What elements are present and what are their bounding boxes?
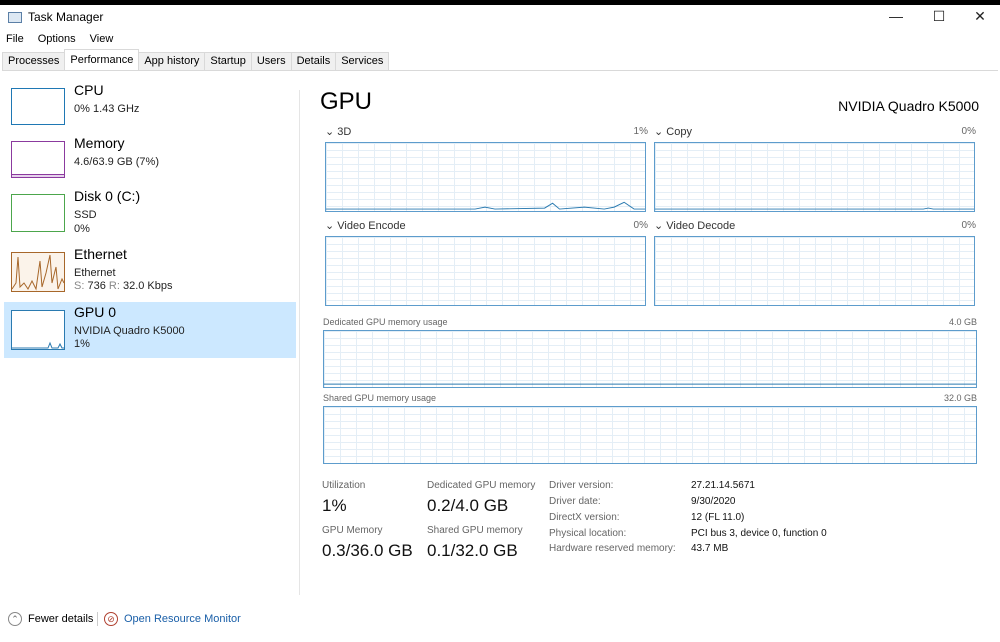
dedicated-memory-max: 4.0 GB xyxy=(948,317,977,327)
driver-date-value: 9/30/2020 xyxy=(691,496,736,507)
engine-video-decode-selector[interactable]: ⌄ Video Decode xyxy=(654,219,735,232)
menu-options[interactable]: Options xyxy=(38,33,76,45)
resource-monitor-icon: ⊘ xyxy=(104,612,118,626)
cpu-detail: 0% 1.43 GHz xyxy=(74,103,140,115)
open-resource-monitor-label: Open Resource Monitor xyxy=(124,613,241,625)
gpu-thumbnail-graph xyxy=(11,310,65,350)
engine-video-decode-graph xyxy=(654,236,975,306)
sidebar-item-cpu[interactable]: CPU 0% 1.43 GHz xyxy=(4,80,296,136)
engine-video-encode-selector[interactable]: ⌄ Video Encode xyxy=(325,219,406,232)
page-title: GPU xyxy=(320,88,373,115)
ethernet-thumbnail-graph xyxy=(11,252,65,292)
minimize-button[interactable]: — xyxy=(886,8,906,24)
send-value: 736 xyxy=(87,280,106,292)
shared-memory-max: 32.0 GB xyxy=(943,393,977,403)
tab-performance[interactable]: Performance xyxy=(64,49,140,69)
engine-copy-graph xyxy=(654,142,975,212)
shared-stat-label: Shared GPU memory xyxy=(427,525,523,536)
engine-copy-label: Copy xyxy=(666,126,692,138)
gpu-memory-label: GPU Memory xyxy=(322,525,383,536)
engine-copy-pct: 0% xyxy=(961,126,976,137)
sidebar-item-disk[interactable]: Disk 0 (C:) SSD 0% xyxy=(4,186,296,242)
engine-video-encode-pct: 0% xyxy=(633,220,648,231)
directx-version-value: 12 (FL 11.0) xyxy=(691,512,745,523)
shared-stat-value: 0.1/32.0 GB xyxy=(427,541,518,560)
shared-memory-label: Shared GPU memory usage xyxy=(323,393,437,403)
engine-3d-selector[interactable]: ⌄ 3D xyxy=(325,125,351,138)
fewer-details-label: Fewer details xyxy=(28,613,94,625)
engine-3d-graph xyxy=(325,142,646,212)
gpu-model: NVIDIA Quadro K5000 xyxy=(74,325,185,337)
dedicated-stat-value: 0.2/4.0 GB xyxy=(427,496,509,515)
driver-date-label: Driver date: xyxy=(549,496,601,507)
footer-separator xyxy=(97,612,98,626)
directx-version-label: DirectX version: xyxy=(549,512,620,523)
driver-version-value: 27.21.14.5671 xyxy=(691,480,755,491)
dedicated-memory-label: Dedicated GPU memory usage xyxy=(323,317,448,327)
hw-reserved-memory-label: Hardware reserved memory: xyxy=(549,543,676,554)
hw-reserved-memory-value: 43.7 MB xyxy=(691,543,729,554)
driver-version-label: Driver version: xyxy=(549,480,614,491)
tab-bar: Processes Performance App history Startu… xyxy=(2,49,998,71)
pane-divider[interactable] xyxy=(299,90,300,595)
gpu-usage: 1% xyxy=(74,338,90,350)
chevron-up-icon: ⌃ xyxy=(8,612,22,626)
task-manager-icon xyxy=(8,11,22,23)
send-label: S: xyxy=(74,280,85,292)
memory-detail: 4.6/63.9 GB (7%) xyxy=(74,156,159,168)
engine-3d-label: 3D xyxy=(337,126,352,138)
physical-location-value: PCI bus 3, device 0, function 0 xyxy=(691,528,827,539)
menu-file[interactable]: File xyxy=(6,33,24,45)
disk-type: SSD xyxy=(74,209,97,221)
tab-users[interactable]: Users xyxy=(250,52,292,70)
open-resource-monitor-link[interactable]: ⊘ Open Resource Monitor xyxy=(104,612,241,626)
engine-video-decode-label: Video Decode xyxy=(666,220,736,232)
disk-usage: 0% xyxy=(74,223,90,235)
memory-label: Memory xyxy=(74,135,125,151)
gpu-device-name: NVIDIA Quadro K5000 xyxy=(838,98,979,114)
screen-top-bar xyxy=(0,0,1000,5)
disk-thumbnail-graph xyxy=(11,194,65,232)
dedicated-memory-graph xyxy=(323,330,977,388)
fewer-details-button[interactable]: ⌃ Fewer details xyxy=(8,612,93,626)
gpu-memory-value: 0.3/36.0 GB xyxy=(322,541,413,560)
menu-view[interactable]: View xyxy=(90,33,114,45)
receive-value: 32.0 Kbps xyxy=(122,280,173,292)
tab-services[interactable]: Services xyxy=(335,52,390,70)
engine-3d-pct: 1% xyxy=(633,126,648,137)
utilization-label: Utilization xyxy=(322,480,366,491)
engine-video-encode-graph xyxy=(325,236,646,306)
engine-copy-selector[interactable]: ⌄ Copy xyxy=(654,125,692,138)
tab-details[interactable]: Details xyxy=(290,52,337,70)
cpu-thumbnail-graph xyxy=(11,88,65,125)
tab-processes[interactable]: Processes xyxy=(2,52,66,70)
window-title: Task Manager xyxy=(28,10,104,24)
tab-app-history[interactable]: App history xyxy=(138,52,206,70)
title-bar: Task Manager xyxy=(8,10,103,24)
shared-memory-graph xyxy=(323,406,977,464)
tab-startup[interactable]: Startup xyxy=(204,52,252,70)
sidebar-item-memory[interactable]: Memory 4.6/63.9 GB (7%) xyxy=(4,133,296,189)
ethernet-label: Ethernet xyxy=(74,246,127,262)
engine-video-encode-label: Video Encode xyxy=(337,220,406,232)
sidebar-item-ethernet[interactable]: Ethernet Ethernet S: 736 R: 32.0 Kbps xyxy=(4,244,296,300)
utilization-value: 1% xyxy=(322,496,347,515)
receive-label: R: xyxy=(108,280,120,292)
physical-location-label: Physical location: xyxy=(549,528,627,539)
cpu-label: CPU xyxy=(74,82,104,98)
sidebar-item-gpu0[interactable]: GPU 0 NVIDIA Quadro K5000 1% xyxy=(4,302,296,358)
gpu-label: GPU 0 xyxy=(74,304,117,320)
memory-thumbnail-graph xyxy=(11,141,65,178)
close-button[interactable]: ✕ xyxy=(970,8,990,25)
engine-video-decode-pct: 0% xyxy=(961,220,976,231)
menu-bar: File Options View xyxy=(6,33,113,45)
maximize-button[interactable]: ☐ xyxy=(929,8,949,25)
ethernet-adapter: Ethernet xyxy=(74,267,116,279)
disk-label: Disk 0 (C:) xyxy=(74,188,141,204)
dedicated-stat-label: Dedicated GPU memory xyxy=(427,480,536,491)
